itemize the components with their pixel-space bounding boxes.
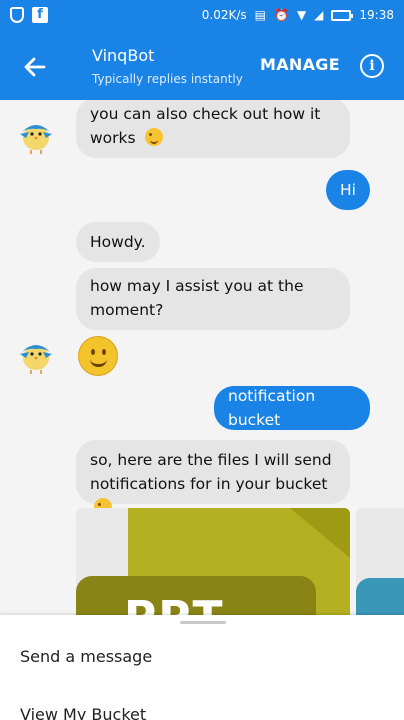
bot-avatar xyxy=(20,345,52,374)
signal-icon: ◢ xyxy=(314,8,324,22)
chat-area[interactable]: you can also check out how it works Hi H… xyxy=(0,100,404,615)
bot-avatar xyxy=(20,125,52,154)
status-bar: f 0.02K/s ▤ ⏰ ▼ ◢ 19:38 xyxy=(0,0,404,32)
bot-message: so, here are the files I will send notif… xyxy=(76,440,350,516)
chat-header: VinqBot Typically replies instantly MANA… xyxy=(0,32,404,100)
battery-icon xyxy=(331,9,354,21)
net-speed: 0.02K/s xyxy=(201,8,247,22)
sim-icon: ▤ xyxy=(254,8,266,22)
clock: 19:38 xyxy=(359,8,394,22)
smile-emoji-icon xyxy=(78,336,118,376)
alarm-icon: ⏰ xyxy=(273,8,289,22)
user-message: Hi xyxy=(326,170,370,210)
back-arrow-icon[interactable] xyxy=(20,52,50,82)
user-message: notification bucket xyxy=(214,386,370,430)
bot-status: Typically replies instantly xyxy=(92,72,243,86)
bot-name: VinqBot xyxy=(92,46,155,65)
bot-message: you can also check out how it works xyxy=(76,100,350,158)
ppt-file-icon: PPT xyxy=(124,592,225,615)
view-bucket-option[interactable]: View My Bucket xyxy=(20,705,146,720)
bot-message: Howdy. xyxy=(76,222,160,262)
file-card[interactable] xyxy=(356,508,404,615)
bottom-sheet: Send a message View My Bucket xyxy=(0,615,404,720)
shield-icon xyxy=(10,7,24,23)
info-icon[interactable]: i xyxy=(360,54,384,78)
facebook-icon: f xyxy=(32,7,48,23)
wink-emoji-icon xyxy=(144,128,163,146)
bot-message: how may I assist you at the moment? xyxy=(76,268,350,330)
send-message-option[interactable]: Send a message xyxy=(20,647,152,666)
sheet-handle[interactable] xyxy=(180,621,226,624)
manage-button[interactable]: MANAGE xyxy=(260,55,340,74)
wifi-icon: ▼ xyxy=(296,8,307,22)
file-card[interactable]: PPT xyxy=(76,508,350,615)
